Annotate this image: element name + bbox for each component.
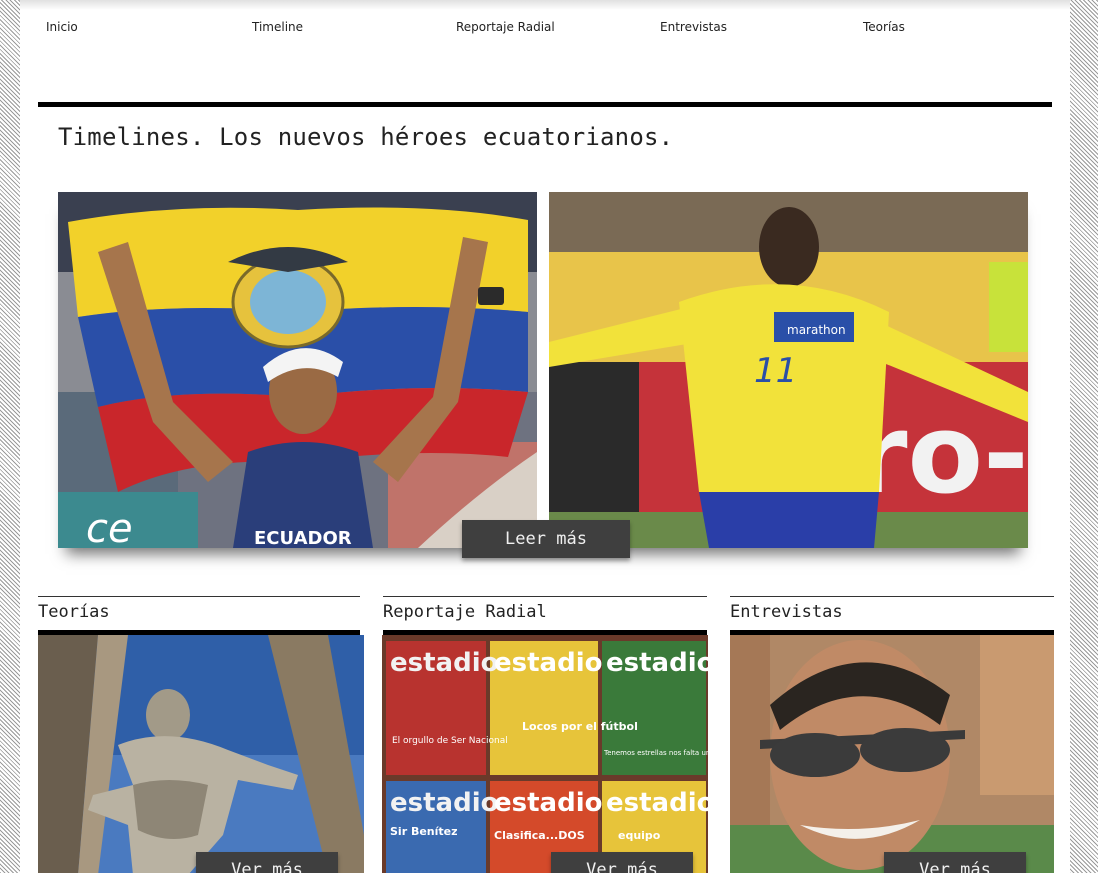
magazine-masthead: estadio: [494, 788, 602, 818]
card-title-entrevistas: Entrevistas: [730, 602, 843, 622]
footballer-illustration: aro- marathon 11: [549, 192, 1028, 548]
magazine-headline: Sir Benítez: [390, 825, 458, 838]
page-container: Inicio Timeline Reportaje Radial Entrevi…: [20, 0, 1070, 873]
nav-link-timeline[interactable]: Timeline: [252, 20, 303, 34]
monument-illustration: [38, 635, 364, 873]
hero-image-footballer[interactable]: aro- marathon 11: [549, 192, 1028, 548]
view-more-button-entrevistas[interactable]: Ver más: [884, 852, 1026, 873]
magazine-masthead: estadio: [606, 788, 708, 818]
magazines-illustration: estadio estadio estadio estadio estadio …: [382, 635, 708, 873]
header-divider: [38, 102, 1052, 107]
card-image-magazines[interactable]: estadio estadio estadio estadio estadio …: [382, 635, 708, 873]
card-divider-thin: [38, 596, 360, 597]
magazine-headline: Locos por el fútbol: [522, 720, 638, 733]
runner-shirt-text: ECUADOR: [254, 528, 352, 548]
hero-image-runner[interactable]: ce ECUADOR: [58, 192, 537, 548]
card-divider-thin: [383, 596, 707, 597]
nav-link-inicio[interactable]: Inicio: [46, 20, 78, 34]
view-more-button-teorias[interactable]: Ver más: [196, 852, 338, 873]
magazine-masthead: estadio: [494, 648, 602, 678]
nav-link-teorias[interactable]: Teorías: [863, 20, 905, 34]
hero-slider: ce ECUADOR aro- marathon 11: [58, 192, 1028, 548]
magazine-headline: equipo: [618, 829, 661, 842]
magazine-headline: Clasifica...DOS: [494, 829, 585, 842]
magazine-masthead: estadio: [390, 648, 498, 678]
nav-link-entrevistas[interactable]: Entrevistas: [660, 20, 727, 34]
read-more-button[interactable]: Leer más: [462, 520, 630, 558]
card-image-monument[interactable]: [38, 635, 364, 873]
jersey-sponsor-text: marathon: [787, 323, 846, 337]
card-title-teorias: Teorías: [38, 602, 110, 622]
banner-text: ce: [86, 506, 133, 548]
view-more-button-reportaje[interactable]: Ver más: [551, 852, 693, 873]
runner-illustration: ce ECUADOR: [58, 192, 537, 548]
nav-link-reportaje-radial[interactable]: Reportaje Radial: [456, 20, 555, 34]
page-title: Timelines. Los nuevos héroes ecuatoriano…: [58, 123, 674, 151]
magazine-masthead: estadio: [606, 648, 708, 678]
magazine-headline: El orgullo de Ser Nacional: [392, 736, 508, 746]
card-divider-thin: [730, 596, 1054, 597]
jersey-number: 11: [754, 351, 797, 391]
top-shadow: [20, 0, 1070, 10]
magazine-masthead: estadio: [390, 788, 498, 818]
card-title-reportaje-radial: Reportaje Radial: [383, 602, 547, 622]
interviewee-illustration: [730, 635, 1054, 873]
magazine-headline: Tenemos estrellas nos falta un equipo: [603, 749, 708, 757]
card-image-interviewee[interactable]: [730, 635, 1054, 873]
